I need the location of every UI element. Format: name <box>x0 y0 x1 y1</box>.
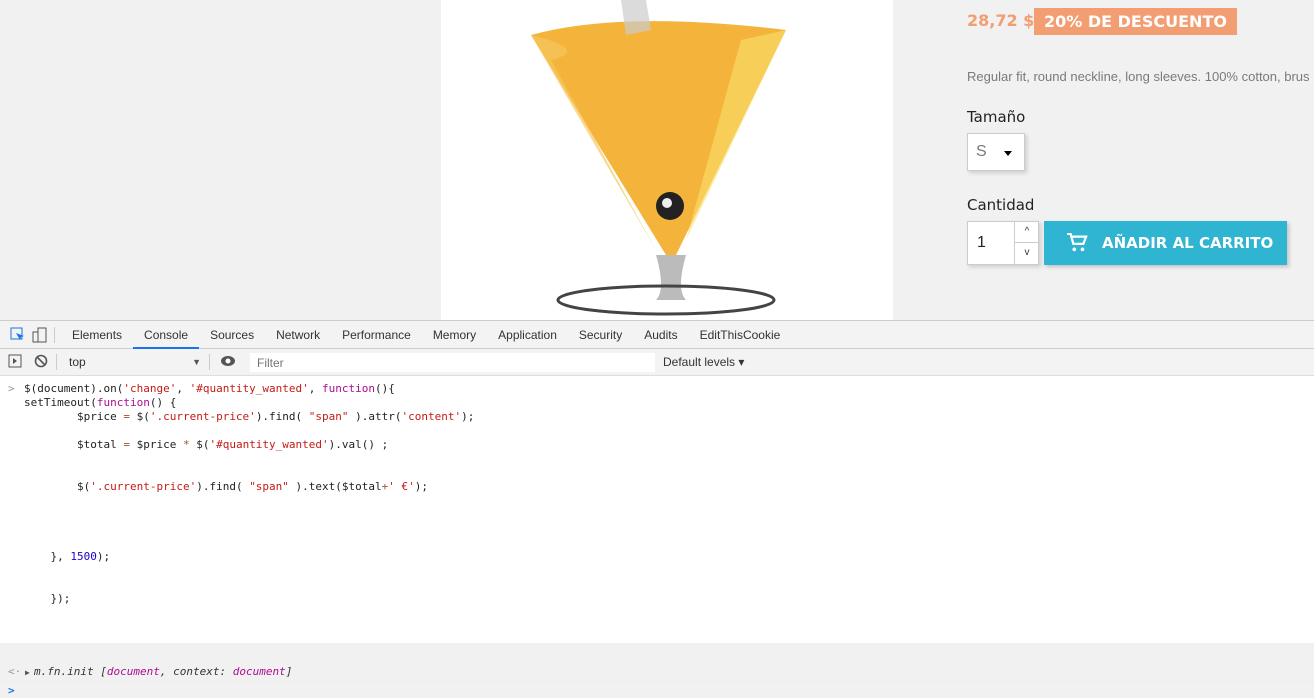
console-prompt[interactable]: > <box>8 684 15 698</box>
log-levels-dropdown[interactable]: Default levels ▾ <box>663 355 744 369</box>
expand-triangle-icon[interactable]: ▶ <box>25 666 30 680</box>
code-token: $total <box>24 438 124 451</box>
product-page: 28,72 $ 20% DE DESCUENTO Regular fit, ro… <box>0 0 1314 320</box>
code-token: 1500 <box>70 550 97 563</box>
sidebar-toggle-icon[interactable] <box>8 354 24 370</box>
devtools-panel: Elements Console Sources Network Performance… <box>0 320 1314 697</box>
code-token: ).val() ; <box>328 438 389 451</box>
juicer-image <box>531 0 786 316</box>
tab-application[interactable]: Application <box>487 321 568 349</box>
divider <box>209 354 210 370</box>
quantity-stepper[interactable]: 1 ^ v <box>967 221 1039 265</box>
code-token: "span" <box>249 480 289 493</box>
code-token: 'content' <box>401 410 462 423</box>
tab-performance[interactable]: Performance <box>331 321 422 349</box>
code-token: = <box>123 410 130 423</box>
console-input-code: $(document).on('change', '#quantity_want… <box>24 382 474 606</box>
tab-editthiscookie[interactable]: EditThisCookie <box>689 321 792 349</box>
code-token: , <box>308 382 323 395</box>
add-to-cart-label: AÑADIR AL CARRITO <box>1102 234 1274 252</box>
code-token: '#quantity_wanted' <box>209 438 329 451</box>
quantity-label: Cantidad <box>967 196 1035 214</box>
code-token: ).find( <box>196 480 250 493</box>
code-token: $( <box>129 410 150 423</box>
code-token: "span" <box>308 410 349 423</box>
cart-icon <box>1067 233 1088 252</box>
console-result[interactable]: <· ▶ m.fn.init [document, context: docum… <box>0 663 1314 682</box>
code-token: function <box>322 382 376 395</box>
quantity-input[interactable]: 1 <box>977 234 986 252</box>
result-prefix: m.fn.init [ <box>34 665 107 678</box>
product-description: Regular fit, round neckline, long sleeve… <box>967 69 1310 84</box>
devtools-tabs: Elements Console Sources Network Performance… <box>0 321 1314 349</box>
code-token: ); <box>414 480 429 493</box>
caret-down-icon: ▼ <box>192 357 201 367</box>
code-token: '.current-price' <box>90 480 197 493</box>
size-select[interactable]: S <box>967 133 1025 171</box>
add-to-cart-button[interactable]: AÑADIR AL CARRITO <box>1044 221 1287 265</box>
size-value: S <box>976 143 987 160</box>
decrement-button[interactable]: v <box>1014 243 1039 264</box>
divider <box>54 326 55 343</box>
tab-security[interactable]: Security <box>568 321 633 349</box>
code-token: function <box>96 396 150 409</box>
tab-elements[interactable]: Elements <box>61 321 133 349</box>
code-token: ); <box>461 410 475 423</box>
code-token: $price <box>24 410 124 423</box>
code-token: setTimeout( <box>24 396 97 409</box>
code-token: $( <box>189 438 210 451</box>
result-arg: document <box>106 665 160 678</box>
result-mid: , context: <box>159 665 233 678</box>
code-token: $( <box>24 480 91 493</box>
code-token: '#quantity_wanted' <box>189 382 309 395</box>
result-suffix: ] <box>285 665 293 678</box>
code-token: $(document).on( <box>24 382 124 395</box>
code-token: ).find( <box>255 410 309 423</box>
caret-down-icon <box>1004 151 1012 156</box>
product-image <box>441 0 893 320</box>
context-value: top <box>69 355 86 369</box>
device-toolbar-icon[interactable] <box>32 327 48 343</box>
inspect-element-icon[interactable] <box>10 327 26 343</box>
result-arrow-icon: <· <box>8 665 22 678</box>
code-token: * <box>182 438 190 451</box>
code-token: }); <box>24 592 71 605</box>
eye-icon[interactable] <box>220 354 236 370</box>
code-token: () { <box>149 396 177 409</box>
code-token: }, <box>24 550 71 563</box>
tab-audits[interactable]: Audits <box>633 321 688 349</box>
context-select[interactable]: top ▼ <box>63 355 203 369</box>
code-token: '.current-price' <box>149 410 256 423</box>
code-token: ).attr( <box>348 410 402 423</box>
tab-memory[interactable]: Memory <box>422 321 487 349</box>
filter-input[interactable] <box>250 353 655 372</box>
code-token: $price <box>129 438 183 451</box>
tab-network[interactable]: Network <box>265 321 331 349</box>
discount-badge: 20% DE DESCUENTO <box>1034 8 1237 35</box>
clear-console-icon[interactable] <box>34 354 50 370</box>
result-text: m.fn.init [document, context: document] <box>34 665 292 679</box>
code-token: 'change' <box>123 382 177 395</box>
product-price: 28,72 $ <box>967 11 1035 30</box>
divider <box>56 354 57 370</box>
input-chevron-icon: > <box>8 382 15 395</box>
code-token: (){ <box>375 382 395 395</box>
code-token: ); <box>96 550 111 563</box>
console-toolbar: top ▼ Default levels ▾ <box>0 349 1314 376</box>
size-label: Tamaño <box>967 108 1026 126</box>
increment-button[interactable]: ^ <box>1014 222 1039 243</box>
code-token: ' €' <box>388 480 415 493</box>
code-token: , <box>176 382 190 395</box>
code-token: = <box>123 438 130 451</box>
code-token: ).text($total <box>288 480 382 493</box>
result-arg: document <box>232 665 286 678</box>
tab-sources[interactable]: Sources <box>199 321 265 349</box>
tab-console[interactable]: Console <box>133 321 200 349</box>
